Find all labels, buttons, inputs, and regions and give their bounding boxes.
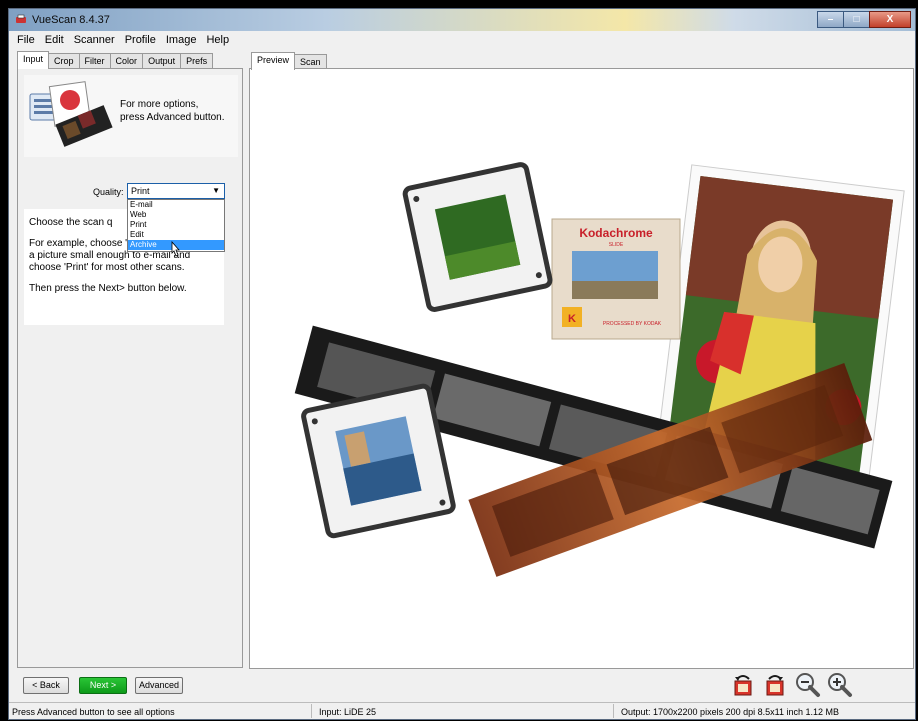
scanner-options-illustration: [29, 81, 113, 147]
tab-color[interactable]: Color: [109, 53, 144, 69]
tab-prefs[interactable]: Prefs: [180, 53, 214, 69]
slide-sub: SLIDE: [609, 242, 624, 248]
option-email[interactable]: E-mail: [128, 200, 224, 210]
quality-label: Quality:: [93, 187, 124, 197]
tree-slide: [402, 162, 553, 312]
rotate-left-icon[interactable]: [729, 671, 757, 699]
menu-bar: File Edit Scanner Profile Image Help: [9, 31, 915, 48]
option-edit[interactable]: Edit: [128, 230, 224, 240]
close-button[interactable]: X: [869, 11, 911, 28]
window-controls: – □ X: [817, 11, 911, 28]
option-print[interactable]: Print: [128, 220, 224, 230]
next-button[interactable]: Next >: [79, 677, 127, 694]
maximize-button[interactable]: □: [843, 11, 869, 28]
menu-edit[interactable]: Edit: [40, 34, 69, 46]
tab-preview[interactable]: Preview: [251, 52, 296, 70]
tab-input[interactable]: Input: [17, 51, 50, 69]
status-message: Press Advanced button to see all options: [12, 707, 175, 717]
app-icon: [16, 14, 26, 23]
zoom-in-icon[interactable]: [825, 671, 853, 699]
status-input-device: Input: LiDE 25: [319, 707, 377, 717]
menu-file[interactable]: File: [12, 34, 40, 46]
back-button[interactable]: < Back: [23, 677, 69, 694]
left-pane: Input Crop Filter Color Output Prefs For…: [17, 51, 245, 669]
rotate-right-icon[interactable]: [761, 671, 789, 699]
quality-select-value: Print: [131, 186, 150, 196]
menu-image[interactable]: Image: [161, 34, 202, 46]
minimize-button[interactable]: –: [817, 11, 843, 28]
advanced-button[interactable]: Advanced: [135, 677, 183, 694]
mouse-pointer-icon: [171, 241, 180, 257]
intro-box: For more options, press Advanced button.: [24, 75, 238, 157]
preview-collage-image: Kodachrome SLIDE K PROCESSED BY KODAK: [294, 162, 905, 577]
option-web[interactable]: Web: [128, 210, 224, 220]
status-divider: [311, 704, 312, 718]
slide-logo: K: [568, 313, 576, 325]
help-line-3: Then press the Next> button below.: [29, 283, 187, 294]
tab-crop[interactable]: Crop: [48, 53, 80, 69]
status-divider: [613, 704, 614, 718]
intro-text: For more options, press Advanced button.: [120, 99, 225, 123]
menu-help[interactable]: Help: [201, 34, 234, 46]
input-tab-panel: For more options, press Advanced button.…: [17, 68, 243, 668]
status-output-info: Output: 1700x2200 pixels 200 dpi 8.5x11 …: [621, 707, 839, 717]
chevron-down-icon[interactable]: ▼: [212, 184, 220, 198]
zoom-out-icon[interactable]: [793, 671, 821, 699]
tab-filter[interactable]: Filter: [78, 53, 111, 69]
menu-profile[interactable]: Profile: [120, 34, 161, 46]
preview-area[interactable]: Kodachrome SLIDE K PROCESSED BY KODAK: [249, 68, 914, 669]
menu-scanner[interactable]: Scanner: [69, 34, 120, 46]
left-tab-strip: Input Crop Filter Color Output Prefs: [17, 51, 214, 69]
venice-slide: [301, 383, 456, 539]
slide-footer: PROCESSED BY KODAK: [603, 321, 662, 327]
status-bar: Press Advanced button to see all options…: [9, 702, 915, 719]
title-bar[interactable]: VueScan 8.4.37 – □ X: [9, 9, 915, 31]
tab-output[interactable]: Output: [142, 53, 182, 69]
window-title: VueScan 8.4.37: [32, 14, 110, 26]
slide-brand: Kodachrome: [579, 226, 653, 240]
app-window: VueScan 8.4.37 – □ X File Edit Scanner P…: [8, 8, 916, 720]
kodachrome-slide: Kodachrome SLIDE K PROCESSED BY KODAK: [551, 218, 681, 340]
quality-select[interactable]: Print ▼: [127, 183, 225, 199]
